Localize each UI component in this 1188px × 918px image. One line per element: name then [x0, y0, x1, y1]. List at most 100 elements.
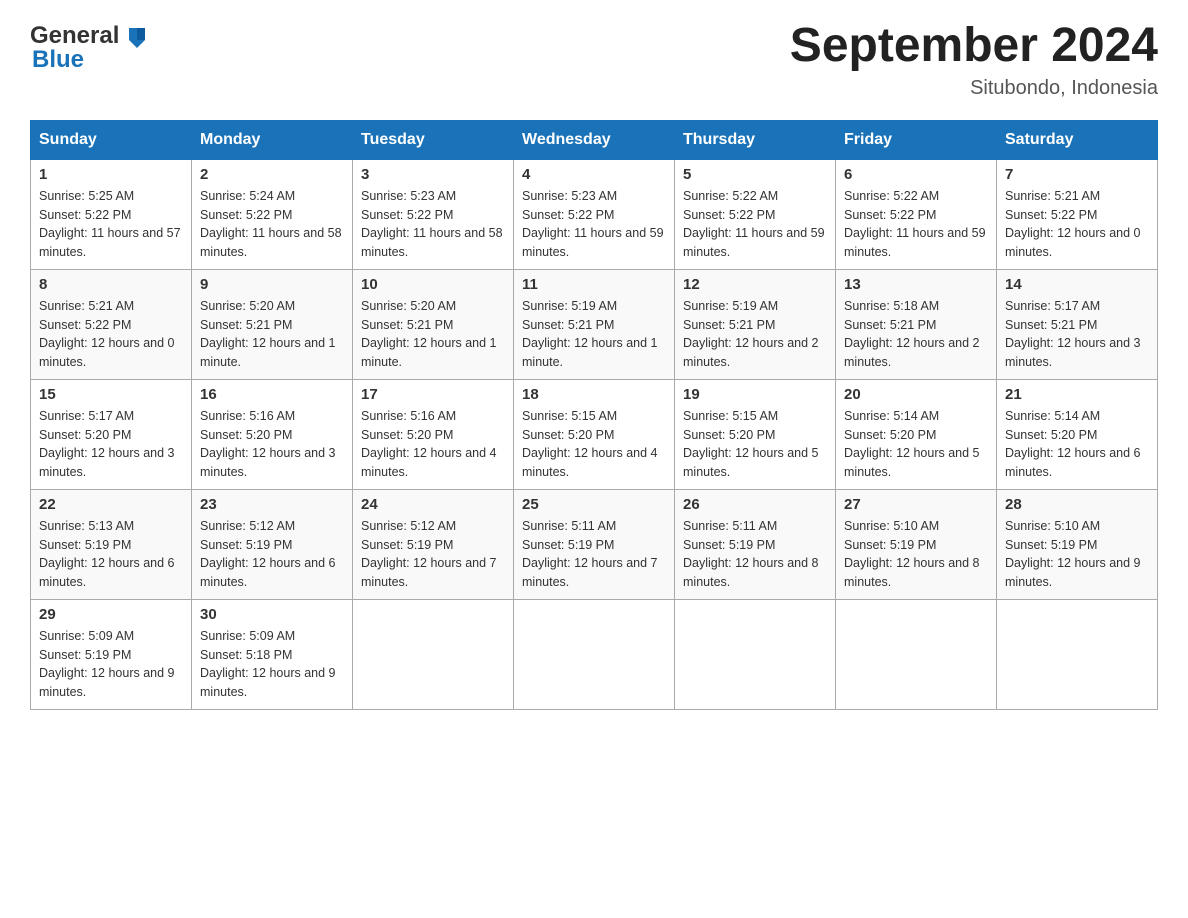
day-number: 3 [361, 166, 505, 183]
day-info: Sunrise: 5:12 AMSunset: 5:19 PMDaylight:… [361, 517, 505, 592]
calendar-day-cell [675, 599, 836, 709]
calendar-day-cell [514, 599, 675, 709]
title-area: September 2024 Situbondo, Indonesia [790, 20, 1158, 100]
day-info: Sunrise: 5:09 AMSunset: 5:19 PMDaylight:… [39, 627, 183, 702]
day-number: 14 [1005, 276, 1149, 293]
calendar-day-cell: 5 Sunrise: 5:22 AMSunset: 5:22 PMDayligh… [675, 159, 836, 269]
day-number: 16 [200, 386, 344, 403]
day-info: Sunrise: 5:19 AMSunset: 5:21 PMDaylight:… [522, 297, 666, 372]
day-info: Sunrise: 5:16 AMSunset: 5:20 PMDaylight:… [361, 407, 505, 482]
day-number: 6 [844, 166, 988, 183]
day-number: 21 [1005, 386, 1149, 403]
day-info: Sunrise: 5:25 AMSunset: 5:22 PMDaylight:… [39, 187, 183, 262]
day-number: 15 [39, 386, 183, 403]
day-number: 26 [683, 496, 827, 513]
calendar-day-cell: 14 Sunrise: 5:17 AMSunset: 5:21 PMDaylig… [997, 269, 1158, 379]
calendar-subtitle: Situbondo, Indonesia [790, 77, 1158, 100]
weekday-header-sunday: Sunday [31, 120, 192, 159]
day-info: Sunrise: 5:22 AMSunset: 5:22 PMDaylight:… [683, 187, 827, 262]
day-number: 4 [522, 166, 666, 183]
calendar-day-cell: 26 Sunrise: 5:11 AMSunset: 5:19 PMDaylig… [675, 489, 836, 599]
weekday-header-saturday: Saturday [997, 120, 1158, 159]
weekday-header-wednesday: Wednesday [514, 120, 675, 159]
calendar-day-cell: 13 Sunrise: 5:18 AMSunset: 5:21 PMDaylig… [836, 269, 997, 379]
calendar-day-cell: 30 Sunrise: 5:09 AMSunset: 5:18 PMDaylig… [192, 599, 353, 709]
day-info: Sunrise: 5:22 AMSunset: 5:22 PMDaylight:… [844, 187, 988, 262]
calendar-day-cell: 4 Sunrise: 5:23 AMSunset: 5:22 PMDayligh… [514, 159, 675, 269]
day-number: 11 [522, 276, 666, 293]
day-info: Sunrise: 5:12 AMSunset: 5:19 PMDaylight:… [200, 517, 344, 592]
day-info: Sunrise: 5:24 AMSunset: 5:22 PMDaylight:… [200, 187, 344, 262]
day-info: Sunrise: 5:19 AMSunset: 5:21 PMDaylight:… [683, 297, 827, 372]
calendar-week-row: 8 Sunrise: 5:21 AMSunset: 5:22 PMDayligh… [31, 269, 1158, 379]
day-info: Sunrise: 5:14 AMSunset: 5:20 PMDaylight:… [1005, 407, 1149, 482]
calendar-day-cell: 17 Sunrise: 5:16 AMSunset: 5:20 PMDaylig… [353, 379, 514, 489]
calendar-title: September 2024 [790, 20, 1158, 73]
calendar-day-cell: 6 Sunrise: 5:22 AMSunset: 5:22 PMDayligh… [836, 159, 997, 269]
calendar-day-cell: 8 Sunrise: 5:21 AMSunset: 5:22 PMDayligh… [31, 269, 192, 379]
calendar-day-cell: 9 Sunrise: 5:20 AMSunset: 5:21 PMDayligh… [192, 269, 353, 379]
weekday-header-thursday: Thursday [675, 120, 836, 159]
calendar-day-cell [997, 599, 1158, 709]
calendar-day-cell: 23 Sunrise: 5:12 AMSunset: 5:19 PMDaylig… [192, 489, 353, 599]
day-info: Sunrise: 5:21 AMSunset: 5:22 PMDaylight:… [1005, 187, 1149, 262]
day-info: Sunrise: 5:21 AMSunset: 5:22 PMDaylight:… [39, 297, 183, 372]
day-number: 20 [844, 386, 988, 403]
day-info: Sunrise: 5:11 AMSunset: 5:19 PMDaylight:… [683, 517, 827, 592]
weekday-header-tuesday: Tuesday [353, 120, 514, 159]
calendar-day-cell: 1 Sunrise: 5:25 AMSunset: 5:22 PMDayligh… [31, 159, 192, 269]
weekday-header-row: SundayMondayTuesdayWednesdayThursdayFrid… [31, 120, 1158, 159]
day-number: 25 [522, 496, 666, 513]
calendar-day-cell: 20 Sunrise: 5:14 AMSunset: 5:20 PMDaylig… [836, 379, 997, 489]
calendar-day-cell: 22 Sunrise: 5:13 AMSunset: 5:19 PMDaylig… [31, 489, 192, 599]
calendar-day-cell: 16 Sunrise: 5:16 AMSunset: 5:20 PMDaylig… [192, 379, 353, 489]
day-info: Sunrise: 5:23 AMSunset: 5:22 PMDaylight:… [361, 187, 505, 262]
calendar-table: SundayMondayTuesdayWednesdayThursdayFrid… [30, 120, 1158, 710]
calendar-day-cell: 19 Sunrise: 5:15 AMSunset: 5:20 PMDaylig… [675, 379, 836, 489]
day-number: 18 [522, 386, 666, 403]
day-number: 23 [200, 496, 344, 513]
calendar-week-row: 29 Sunrise: 5:09 AMSunset: 5:19 PMDaylig… [31, 599, 1158, 709]
logo-icon [121, 20, 153, 52]
day-info: Sunrise: 5:17 AMSunset: 5:21 PMDaylight:… [1005, 297, 1149, 372]
day-number: 29 [39, 606, 183, 623]
day-number: 10 [361, 276, 505, 293]
day-number: 9 [200, 276, 344, 293]
day-number: 28 [1005, 496, 1149, 513]
day-number: 27 [844, 496, 988, 513]
day-number: 12 [683, 276, 827, 293]
day-info: Sunrise: 5:23 AMSunset: 5:22 PMDaylight:… [522, 187, 666, 262]
calendar-day-cell: 18 Sunrise: 5:15 AMSunset: 5:20 PMDaylig… [514, 379, 675, 489]
day-number: 22 [39, 496, 183, 513]
day-info: Sunrise: 5:17 AMSunset: 5:20 PMDaylight:… [39, 407, 183, 482]
logo: General Blue [30, 20, 155, 74]
logo-blue-text: Blue [32, 46, 84, 74]
calendar-day-cell: 12 Sunrise: 5:19 AMSunset: 5:21 PMDaylig… [675, 269, 836, 379]
day-info: Sunrise: 5:20 AMSunset: 5:21 PMDaylight:… [200, 297, 344, 372]
calendar-day-cell: 3 Sunrise: 5:23 AMSunset: 5:22 PMDayligh… [353, 159, 514, 269]
day-number: 13 [844, 276, 988, 293]
day-info: Sunrise: 5:10 AMSunset: 5:19 PMDaylight:… [844, 517, 988, 592]
calendar-day-cell: 2 Sunrise: 5:24 AMSunset: 5:22 PMDayligh… [192, 159, 353, 269]
day-number: 17 [361, 386, 505, 403]
day-number: 8 [39, 276, 183, 293]
day-info: Sunrise: 5:15 AMSunset: 5:20 PMDaylight:… [683, 407, 827, 482]
day-info: Sunrise: 5:18 AMSunset: 5:21 PMDaylight:… [844, 297, 988, 372]
day-number: 7 [1005, 166, 1149, 183]
day-number: 19 [683, 386, 827, 403]
day-number: 30 [200, 606, 344, 623]
calendar-day-cell: 28 Sunrise: 5:10 AMSunset: 5:19 PMDaylig… [997, 489, 1158, 599]
weekday-header-friday: Friday [836, 120, 997, 159]
day-number: 24 [361, 496, 505, 513]
day-info: Sunrise: 5:10 AMSunset: 5:19 PMDaylight:… [1005, 517, 1149, 592]
day-info: Sunrise: 5:13 AMSunset: 5:19 PMDaylight:… [39, 517, 183, 592]
day-info: Sunrise: 5:14 AMSunset: 5:20 PMDaylight:… [844, 407, 988, 482]
day-info: Sunrise: 5:16 AMSunset: 5:20 PMDaylight:… [200, 407, 344, 482]
day-info: Sunrise: 5:20 AMSunset: 5:21 PMDaylight:… [361, 297, 505, 372]
calendar-day-cell: 29 Sunrise: 5:09 AMSunset: 5:19 PMDaylig… [31, 599, 192, 709]
calendar-week-row: 1 Sunrise: 5:25 AMSunset: 5:22 PMDayligh… [31, 159, 1158, 269]
calendar-week-row: 22 Sunrise: 5:13 AMSunset: 5:19 PMDaylig… [31, 489, 1158, 599]
day-info: Sunrise: 5:09 AMSunset: 5:18 PMDaylight:… [200, 627, 344, 702]
calendar-day-cell: 15 Sunrise: 5:17 AMSunset: 5:20 PMDaylig… [31, 379, 192, 489]
calendar-day-cell [353, 599, 514, 709]
